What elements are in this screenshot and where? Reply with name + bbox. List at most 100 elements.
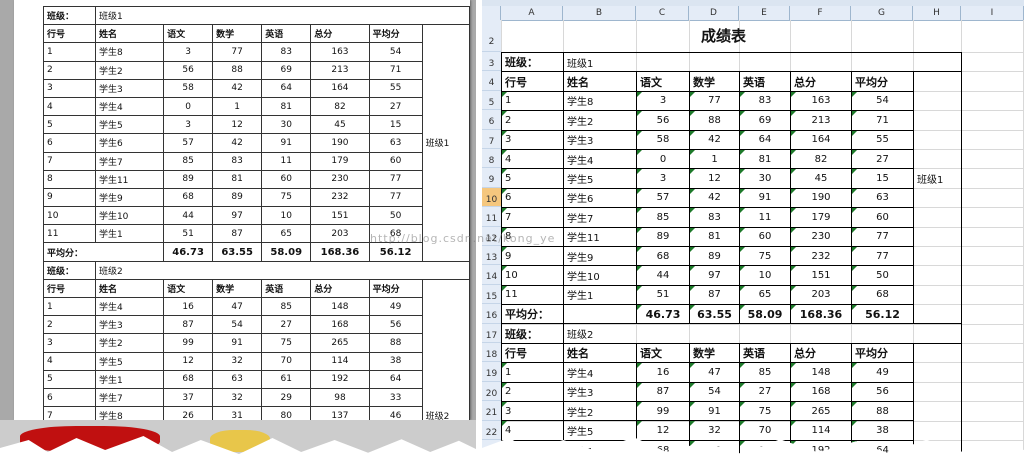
table-cell[interactable]: 学生10 [563, 265, 637, 286]
table-cell[interactable]: 学生8 [563, 90, 637, 112]
table-cell[interactable]: 81 [739, 148, 791, 170]
table-cell[interactable]: 学生4 [563, 148, 637, 170]
table-cell[interactable]: 54 [851, 90, 914, 112]
table-cell[interactable]: 190 [790, 187, 852, 209]
average-value[interactable]: 63.55 [689, 304, 740, 325]
table-cell[interactable]: 85 [739, 362, 791, 383]
side-cell[interactable] [913, 382, 962, 402]
table-cell[interactable]: 1 [501, 90, 564, 112]
column-header[interactable]: 语文 [636, 71, 690, 92]
side-cell[interactable] [913, 149, 962, 169]
table-cell[interactable]: 51 [636, 284, 690, 306]
table-cell[interactable]: 学生7 [563, 207, 637, 228]
table-cell[interactable]: 27 [739, 381, 791, 403]
row-number[interactable]: 10 [482, 187, 501, 208]
row-number[interactable]: 17 [482, 324, 501, 343]
table-cell[interactable]: 学生2 [563, 110, 637, 131]
table-cell[interactable]: 10 [501, 265, 564, 286]
average-value[interactable]: 168.36 [790, 304, 852, 325]
side-cell[interactable] [913, 71, 962, 92]
average-value[interactable]: 56.12 [851, 304, 914, 325]
table-cell[interactable]: 230 [790, 226, 852, 247]
table-cell[interactable]: 44 [636, 265, 690, 286]
side-cell[interactable] [913, 362, 962, 383]
side-cell[interactable] [913, 130, 962, 150]
table-cell[interactable]: 77 [689, 90, 740, 112]
table-cell[interactable]: 49 [851, 362, 914, 383]
column-letter[interactable]: G [851, 6, 913, 20]
table-cell[interactable] [563, 304, 637, 325]
table-cell[interactable]: 11 [501, 284, 564, 306]
table-cell[interactable]: 81 [689, 226, 740, 247]
row-number[interactable]: 13 [482, 246, 501, 266]
table-cell[interactable]: 5 [501, 168, 564, 189]
row-number[interactable]: 16 [482, 304, 501, 324]
table-cell[interactable]: 179 [790, 207, 852, 228]
side-cell[interactable] [913, 401, 962, 421]
table-cell[interactable]: 99 [636, 401, 690, 422]
row-number[interactable]: 14 [482, 265, 501, 285]
side-cell[interactable] [913, 285, 962, 305]
column-letter[interactable]: C [636, 6, 689, 20]
column-header[interactable]: 数学 [689, 71, 740, 92]
row-number[interactable]: 4 [482, 71, 501, 91]
class-name[interactable]: 班级1 [563, 51, 962, 73]
table-cell[interactable]: 60 [739, 226, 791, 247]
table-cell[interactable]: 42 [689, 129, 740, 150]
table-cell[interactable]: 70 [739, 420, 791, 441]
table-cell[interactable]: 63 [851, 187, 914, 209]
table-cell[interactable]: 58 [636, 129, 690, 150]
table-cell[interactable]: 168 [790, 381, 852, 403]
table-cell[interactable]: 学生11 [563, 226, 637, 247]
table-cell[interactable]: 87 [636, 381, 690, 403]
table-cell[interactable]: 2 [501, 110, 564, 131]
side-cell[interactable] [913, 91, 962, 111]
row-number[interactable]: 7 [482, 130, 501, 149]
table-cell[interactable]: 学生5 [563, 420, 637, 441]
table-cell[interactable]: 265 [790, 401, 852, 422]
row-number[interactable]: 21 [482, 401, 501, 421]
table-cell[interactable]: 77 [851, 226, 914, 247]
column-letter[interactable]: F [790, 6, 851, 20]
column-header[interactable]: 行号 [501, 342, 564, 364]
table-cell[interactable]: 学生1 [563, 284, 637, 306]
table-cell[interactable]: 75 [739, 245, 791, 267]
side-cell[interactable] [913, 188, 962, 208]
table-cell[interactable]: 3 [636, 168, 690, 189]
side-cell[interactable] [913, 304, 962, 324]
side-cell[interactable] [913, 342, 962, 363]
table-cell[interactable]: 89 [689, 245, 740, 267]
side-class-label[interactable]: 班级1 [913, 168, 962, 189]
row-number[interactable]: 18 [482, 343, 501, 363]
table-cell[interactable]: 88 [851, 401, 914, 422]
table-cell[interactable]: 213 [790, 110, 852, 131]
side-cell[interactable] [913, 265, 962, 286]
row-number[interactable]: 15 [482, 285, 501, 305]
column-header-bar[interactable]: ABCDEFGHI [482, 6, 1024, 21]
table-cell[interactable]: 203 [790, 284, 852, 306]
table-cell[interactable]: 4 [501, 148, 564, 170]
class-name[interactable]: 班级2 [563, 323, 962, 344]
table-cell[interactable]: 89 [636, 226, 690, 247]
column-header[interactable]: 语文 [636, 342, 690, 364]
table-cell[interactable]: 77 [851, 245, 914, 267]
table-cell[interactable]: 164 [790, 129, 852, 150]
table-cell[interactable]: 163 [790, 90, 852, 112]
select-all-corner[interactable] [482, 6, 501, 20]
side-cell[interactable] [913, 110, 962, 131]
table-cell[interactable]: 学生5 [563, 168, 637, 189]
table-cell[interactable]: 97 [689, 265, 740, 286]
table-cell[interactable]: 学生3 [563, 129, 637, 150]
table-cell[interactable]: 68 [851, 284, 914, 306]
table-cell[interactable]: 4 [501, 420, 564, 441]
table-cell[interactable]: 56 [636, 110, 690, 131]
table-cell[interactable]: 12 [636, 420, 690, 441]
table-cell[interactable]: 7 [501, 207, 564, 228]
column-header[interactable]: 总分 [790, 71, 852, 92]
column-header[interactable]: 姓名 [563, 71, 637, 92]
column-letter[interactable]: A [501, 6, 563, 20]
table-cell[interactable]: 1 [501, 362, 564, 383]
row-number[interactable]: 6 [482, 110, 501, 130]
table-cell[interactable]: 3 [636, 90, 690, 112]
column-header[interactable]: 平均分 [851, 342, 914, 364]
